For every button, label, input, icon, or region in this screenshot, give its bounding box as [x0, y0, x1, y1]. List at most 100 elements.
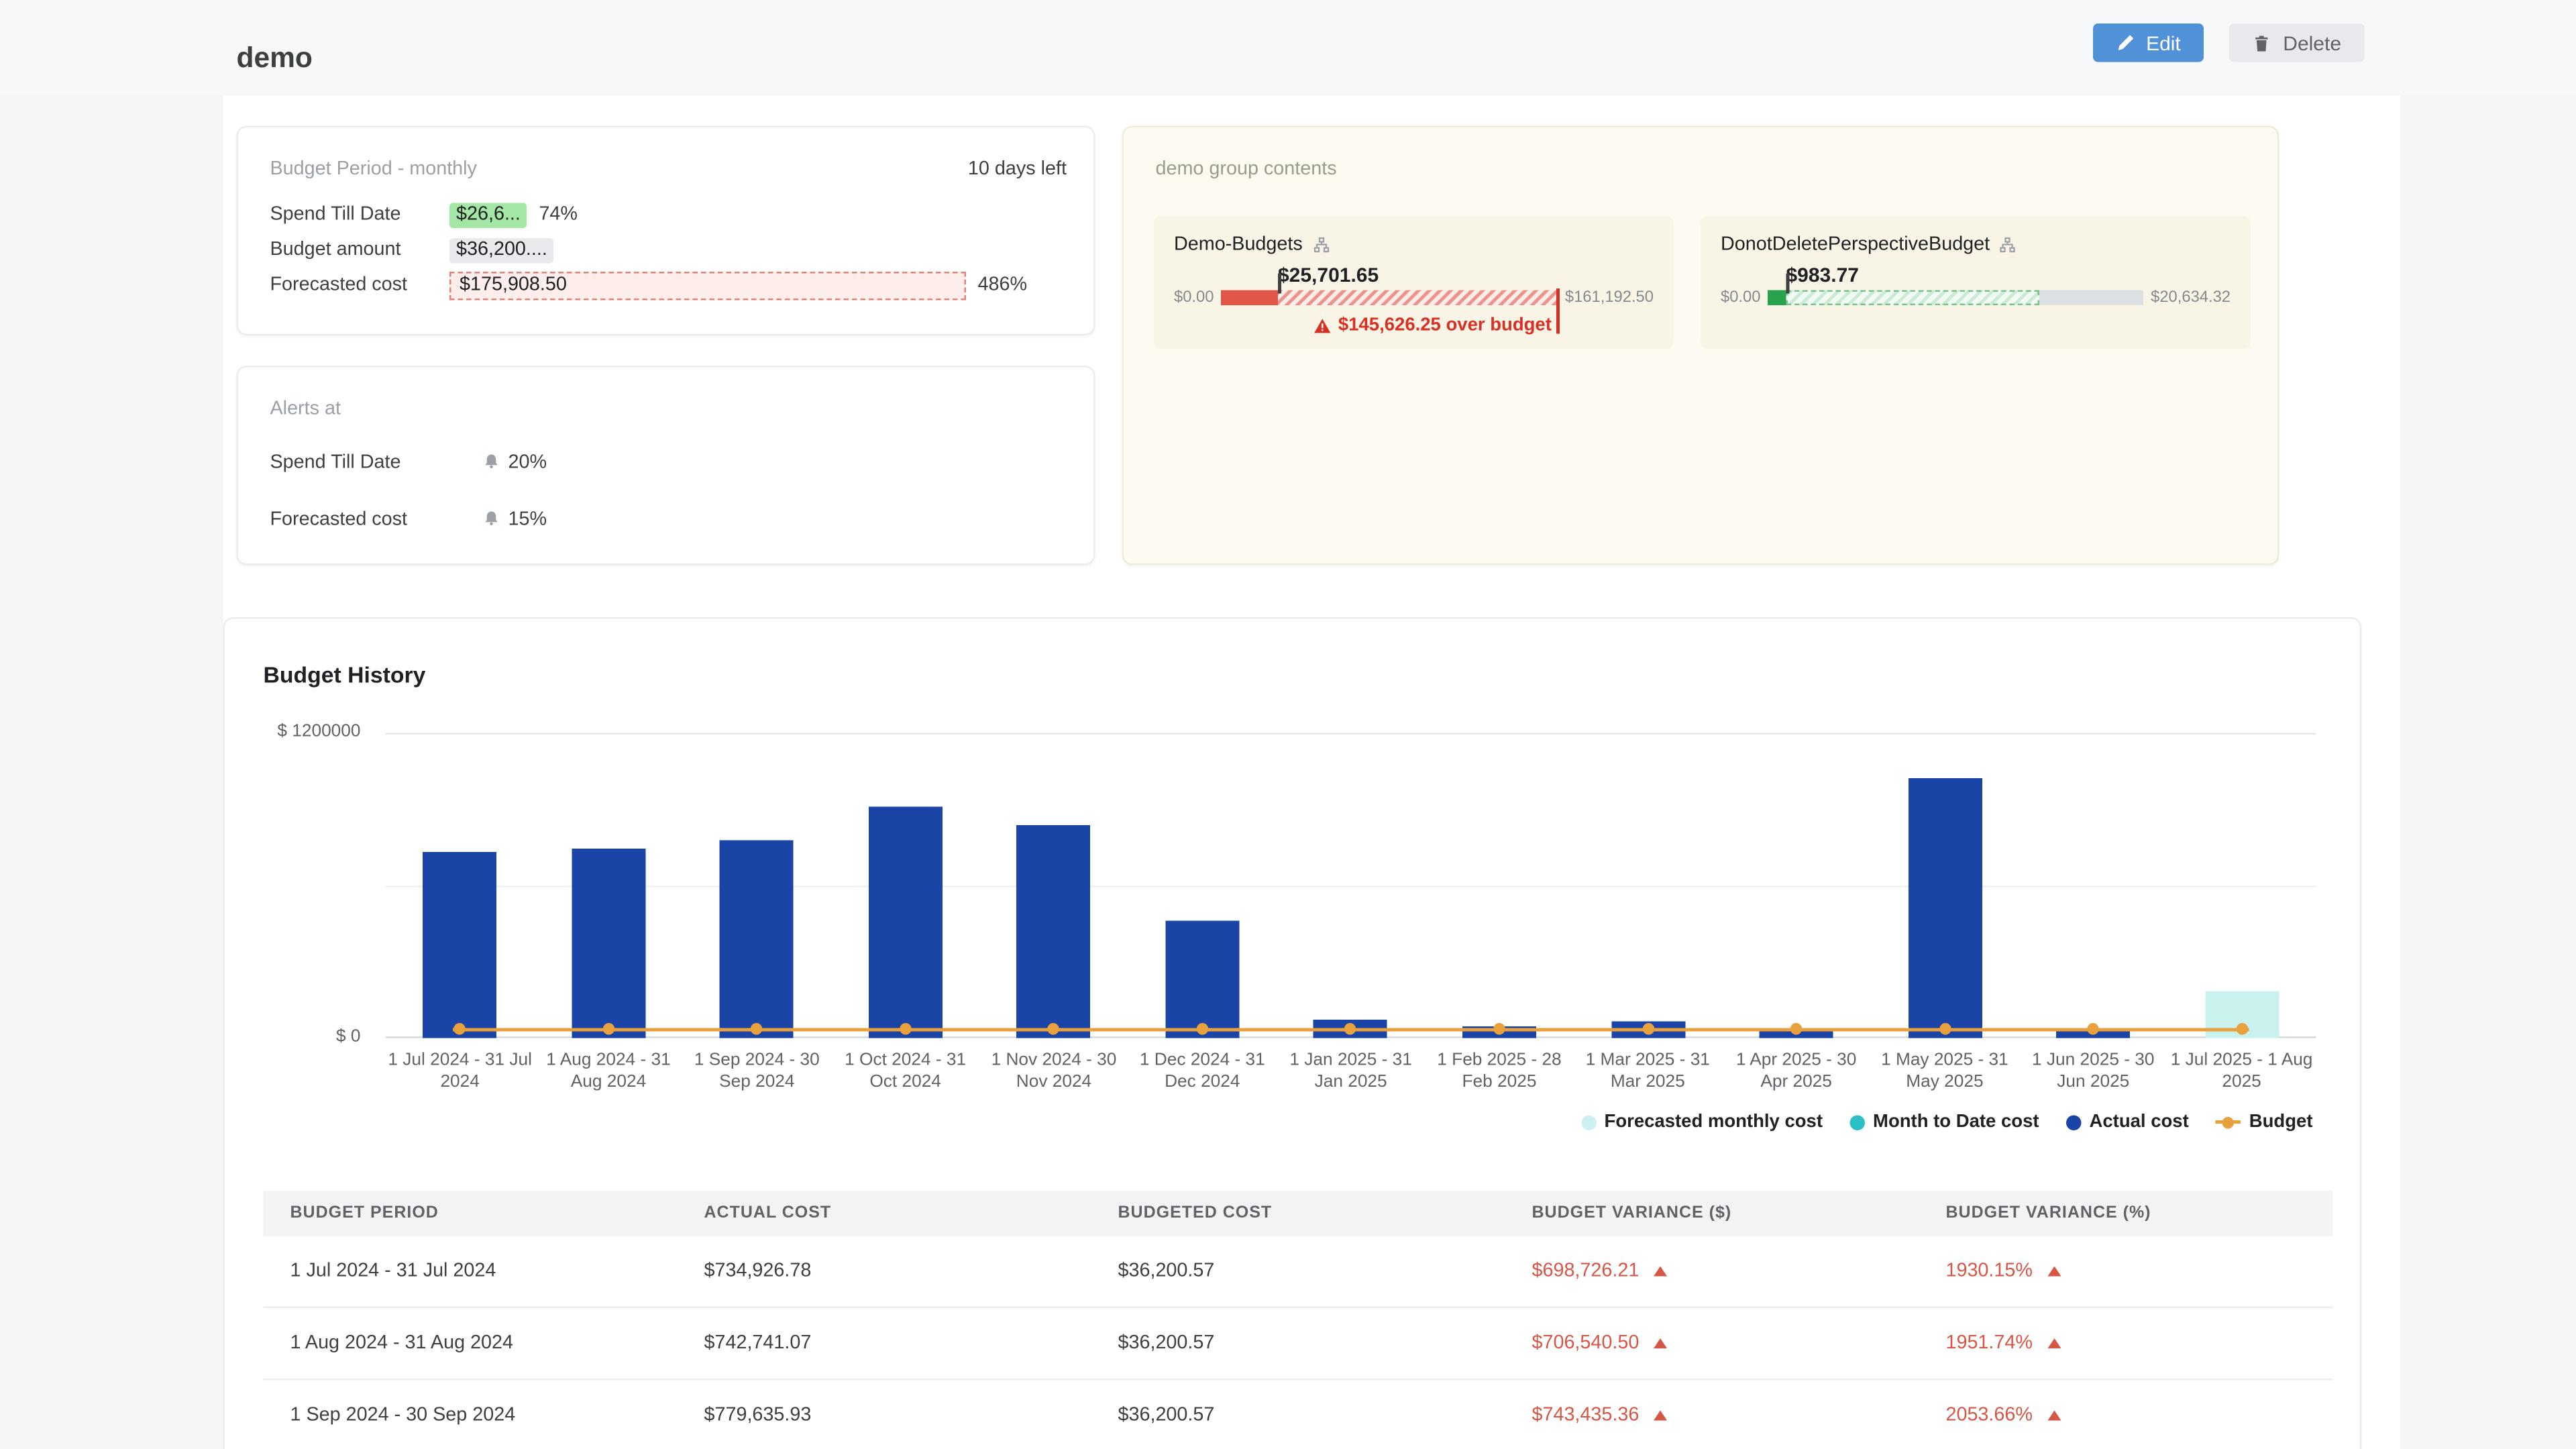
alerts-card: Alerts at Spend Till Date 20% Forecasted… [237, 366, 1095, 566]
budget-item-donotdelete[interactable]: DonotDeletePerspectiveBudget $0.00 $983.… [1701, 217, 2251, 350]
days-left: 10 days left [968, 160, 1067, 180]
trash-icon [2253, 33, 2271, 53]
x-axis-label: 1 Jan 2025 - 31 Jan 2025 [1277, 1050, 1425, 1093]
variance-pct-cell: 1951.74% [1919, 1307, 2332, 1380]
x-axis-label: 1 Sep 2024 - 30 Sep 2024 [683, 1050, 831, 1093]
budget-history-title: Budget History [264, 663, 426, 688]
budget-amount-value: $36,200.... [449, 237, 554, 263]
budget-item-amount: $983.77 [1786, 264, 1859, 287]
variance-value: 1930.15% [1945, 1261, 2032, 1281]
toolbar-actions: Edit Delete [2092, 23, 2365, 62]
chart-column [831, 733, 979, 1038]
group-contents-title: demo group contents [1156, 160, 1337, 180]
actual-cost-bar [1908, 779, 1982, 1038]
legend-label: Actual cost [2090, 1112, 2189, 1132]
chart-column [1870, 733, 2019, 1038]
bar-max-label: $20,634.32 [2151, 288, 2231, 307]
budget-period-title: Budget Period - monthly [270, 160, 477, 180]
budgeted-cost-cell: $36,200.57 [1091, 1379, 1505, 1449]
legend-item[interactable]: Budget [2216, 1112, 2313, 1132]
budget-point [1790, 1023, 1803, 1035]
alert-forecast-label: Forecasted cost [270, 510, 484, 530]
increase-icon [2047, 1411, 2061, 1421]
legend-item[interactable]: Forecasted monthly cost [1581, 1112, 1823, 1132]
variance-value: $706,540.50 [1532, 1334, 1639, 1354]
actual-cost-bar [1017, 826, 1091, 1038]
table-header-row: BUDGET PERIODACTUAL COSTBUDGETED COSTBUD… [264, 1191, 2333, 1236]
budget-marker [1786, 274, 1789, 294]
legend-item[interactable]: Month to Date cost [1849, 1112, 2039, 1132]
forecasted-cost-percent: 486% [978, 275, 1028, 295]
x-axis-label: 1 Mar 2025 - 31 Mar 2025 [1574, 1050, 1722, 1093]
chart-column [1277, 733, 1425, 1038]
page-title: demo [237, 42, 313, 76]
increase-icon [2047, 1338, 2061, 1348]
actual-cost-cell: $779,635.93 [677, 1379, 1091, 1449]
actual-cost-cell: $734,926.78 [677, 1236, 1091, 1307]
chart-column [1722, 733, 1870, 1038]
legend-line-swatch [2216, 1120, 2241, 1124]
x-axis-label: 1 Apr 2025 - 30 Apr 2025 [1722, 1050, 1870, 1093]
over-budget-warning: $145,626.25 over budget $161,192.50 [1174, 314, 1654, 337]
group-card-head: demo group contents [1156, 160, 2251, 180]
budget-period-card-head: Budget Period - monthly 10 days left [270, 160, 1067, 180]
x-axis-label: 1 Dec 2024 - 31 Dec 2024 [1128, 1050, 1277, 1093]
x-axis-label: 1 Oct 2024 - 31 Oct 2024 [831, 1050, 979, 1093]
budget-point [1048, 1023, 1060, 1035]
period-cell: 1 Sep 2024 - 30 Sep 2024 [264, 1379, 678, 1449]
bell-icon [483, 509, 500, 531]
group-contents-card: demo group contents Demo-Budgets $0.00 $… [1122, 126, 2279, 566]
edit-button[interactable]: Edit [2092, 23, 2204, 62]
x-axis-label: 1 Jul 2024 - 31 Jul 2024 [386, 1050, 534, 1093]
over-budget-end-line [1556, 288, 1559, 334]
budget-item-demo-budgets[interactable]: Demo-Budgets $0.00 $25,701.65 $161,192.5… [1154, 217, 1674, 350]
budget-table-row[interactable]: 1 Jul 2024 - 31 Jul 2024$734,926.78$36,2… [264, 1236, 2333, 1307]
warning-icon [1313, 316, 1332, 335]
alert-forecast-row: Forecasted cost 15% [270, 505, 547, 535]
alert-spend-label: Spend Till Date [270, 453, 484, 473]
pencil-icon [2116, 34, 2135, 52]
budget-point [1197, 1023, 1209, 1035]
table-header-cell: BUDGET VARIANCE (%) [1919, 1191, 2332, 1236]
over-budget-segment [1278, 290, 1558, 306]
chart-column [683, 733, 831, 1038]
variance-usd-cell: $698,726.21 [1505, 1236, 1919, 1307]
bar-min-label: $0.00 [1721, 288, 1760, 307]
forecasted-cost-row: Forecasted cost $175,908.50 486% [270, 268, 1028, 302]
budget-item-name-row: DonotDeletePerspectiveBudget [1721, 233, 2231, 257]
table-header-cell: BUDGETED COST [1091, 1191, 1505, 1236]
increase-icon [1654, 1338, 1668, 1348]
legend-dot-swatch [2066, 1114, 2082, 1130]
budget-progress-bar [1767, 290, 2144, 306]
chart-column [2167, 733, 2316, 1038]
actual-cost-bar [572, 849, 645, 1038]
spend-till-date-label: Spend Till Date [270, 205, 450, 225]
alerts-card-head: Alerts at [270, 399, 1067, 419]
spend-till-date-row: Spend Till Date $26,6... 74% [270, 200, 578, 230]
group-icon [1313, 237, 1330, 254]
legend-dot-swatch [1581, 1114, 1597, 1130]
actual-cost-bar [423, 851, 497, 1038]
budget-amount-row: Budget amount $36,200.... [270, 235, 554, 265]
variance-value: 1951.74% [1945, 1334, 2032, 1354]
variance-value: 2053.66% [1945, 1405, 2032, 1426]
delete-button[interactable]: Delete [2229, 23, 2365, 62]
variance-usd-cell: $706,540.50 [1505, 1307, 1919, 1380]
chart-column [386, 733, 534, 1038]
budget-point [2088, 1023, 2100, 1035]
legend-dot-swatch [1849, 1114, 1865, 1130]
x-axis-label: 1 May 2025 - 31 May 2025 [1870, 1050, 2019, 1093]
alert-forecast-value: 15% [508, 510, 547, 530]
budget-item-name: Demo-Budgets [1174, 235, 1303, 255]
table-header-cell: BUDGET VARIANCE ($) [1505, 1191, 1919, 1236]
budget-item-bar-row: $0.00 $20,634.32 [1721, 288, 2231, 307]
legend-item[interactable]: Actual cost [2066, 1112, 2189, 1132]
spend-till-date-value: $26,6... [449, 202, 527, 227]
increase-icon [1654, 1267, 1668, 1277]
chart-column [1425, 733, 1573, 1038]
budget-table-row[interactable]: 1 Aug 2024 - 31 Aug 2024$742,741.07$36,2… [264, 1307, 2333, 1380]
budget-point [900, 1023, 912, 1035]
x-axis-label: 1 Jun 2025 - 30 Jun 2025 [2019, 1050, 2167, 1093]
budget-history-chart [386, 733, 2316, 1038]
budget-table-row[interactable]: 1 Sep 2024 - 30 Sep 2024$779,635.93$36,2… [264, 1379, 2333, 1449]
